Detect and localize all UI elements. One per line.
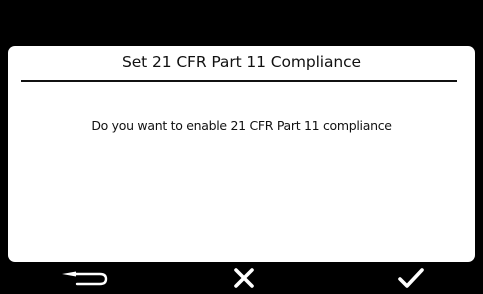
cancel-button[interactable]: [222, 262, 266, 294]
dialog-message: Do you want to enable 21 CFR Part 11 com…: [91, 118, 392, 133]
softkey-bar: [0, 262, 483, 294]
checkmark-icon: [398, 268, 424, 288]
compliance-dialog: Set 21 CFR Part 11 Compliance Do you wan…: [8, 46, 475, 262]
back-arrow-icon: [62, 271, 108, 286]
dialog-title: Set 21 CFR Part 11 Compliance: [122, 53, 361, 71]
confirm-button[interactable]: [386, 262, 436, 294]
title-divider: [21, 80, 457, 82]
close-icon: [234, 268, 254, 288]
back-button[interactable]: [40, 262, 120, 294]
